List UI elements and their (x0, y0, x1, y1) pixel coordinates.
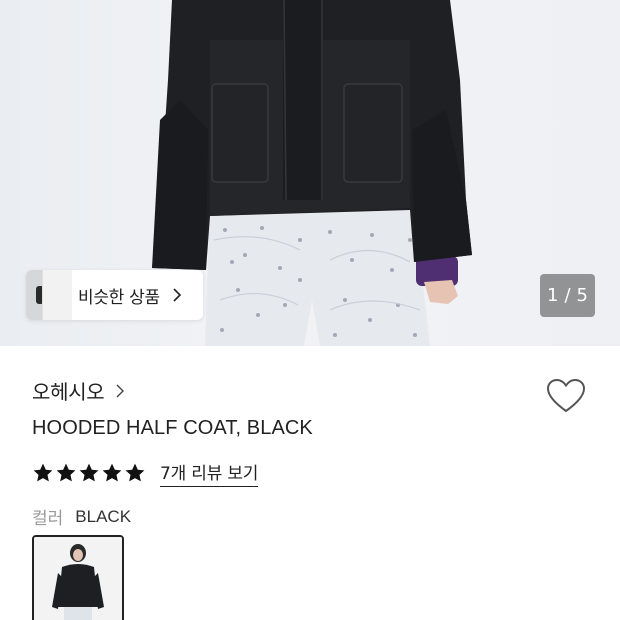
gallery-page-indicator: 1 / 5 (540, 274, 595, 317)
star-rating (32, 462, 146, 484)
similar-products-label: 비슷한 상품 (78, 287, 160, 308)
star-filled-icon (102, 463, 122, 482)
product-title: HOODED HALF COAT, BLACK (32, 417, 313, 439)
page-current: 1 (547, 285, 559, 306)
product-image-gallery[interactable]: 비슷한 상품 1 / 5 (0, 0, 620, 346)
swatch-thumbnail (34, 537, 122, 620)
star-filled-icon (125, 463, 145, 482)
star-filled-icon (56, 463, 76, 482)
reviews-link[interactable]: 7개 리뷰 보기 (160, 459, 258, 487)
similar-products-button[interactable]: 비슷한 상품 (26, 270, 203, 320)
color-value: BLACK (75, 506, 132, 526)
page-total: 5 (576, 285, 588, 306)
color-option-row: 컬러 BLACK (32, 504, 132, 530)
brand-name: 오헤시오 (32, 380, 105, 404)
rating-row: 7개 리뷰 보기 (32, 459, 258, 487)
heart-outline-icon[interactable] (546, 378, 586, 414)
chevron-right-icon (173, 288, 181, 302)
star-filled-icon (79, 463, 99, 482)
color-label: 컬러 (32, 509, 64, 529)
star-filled-icon (33, 463, 53, 482)
chevron-right-icon (116, 384, 125, 397)
similar-products-thumbnail (26, 270, 72, 320)
brand-link[interactable]: 오헤시오 (32, 376, 126, 405)
color-swatch-black[interactable] (32, 535, 124, 620)
page-separator: / (564, 285, 571, 306)
